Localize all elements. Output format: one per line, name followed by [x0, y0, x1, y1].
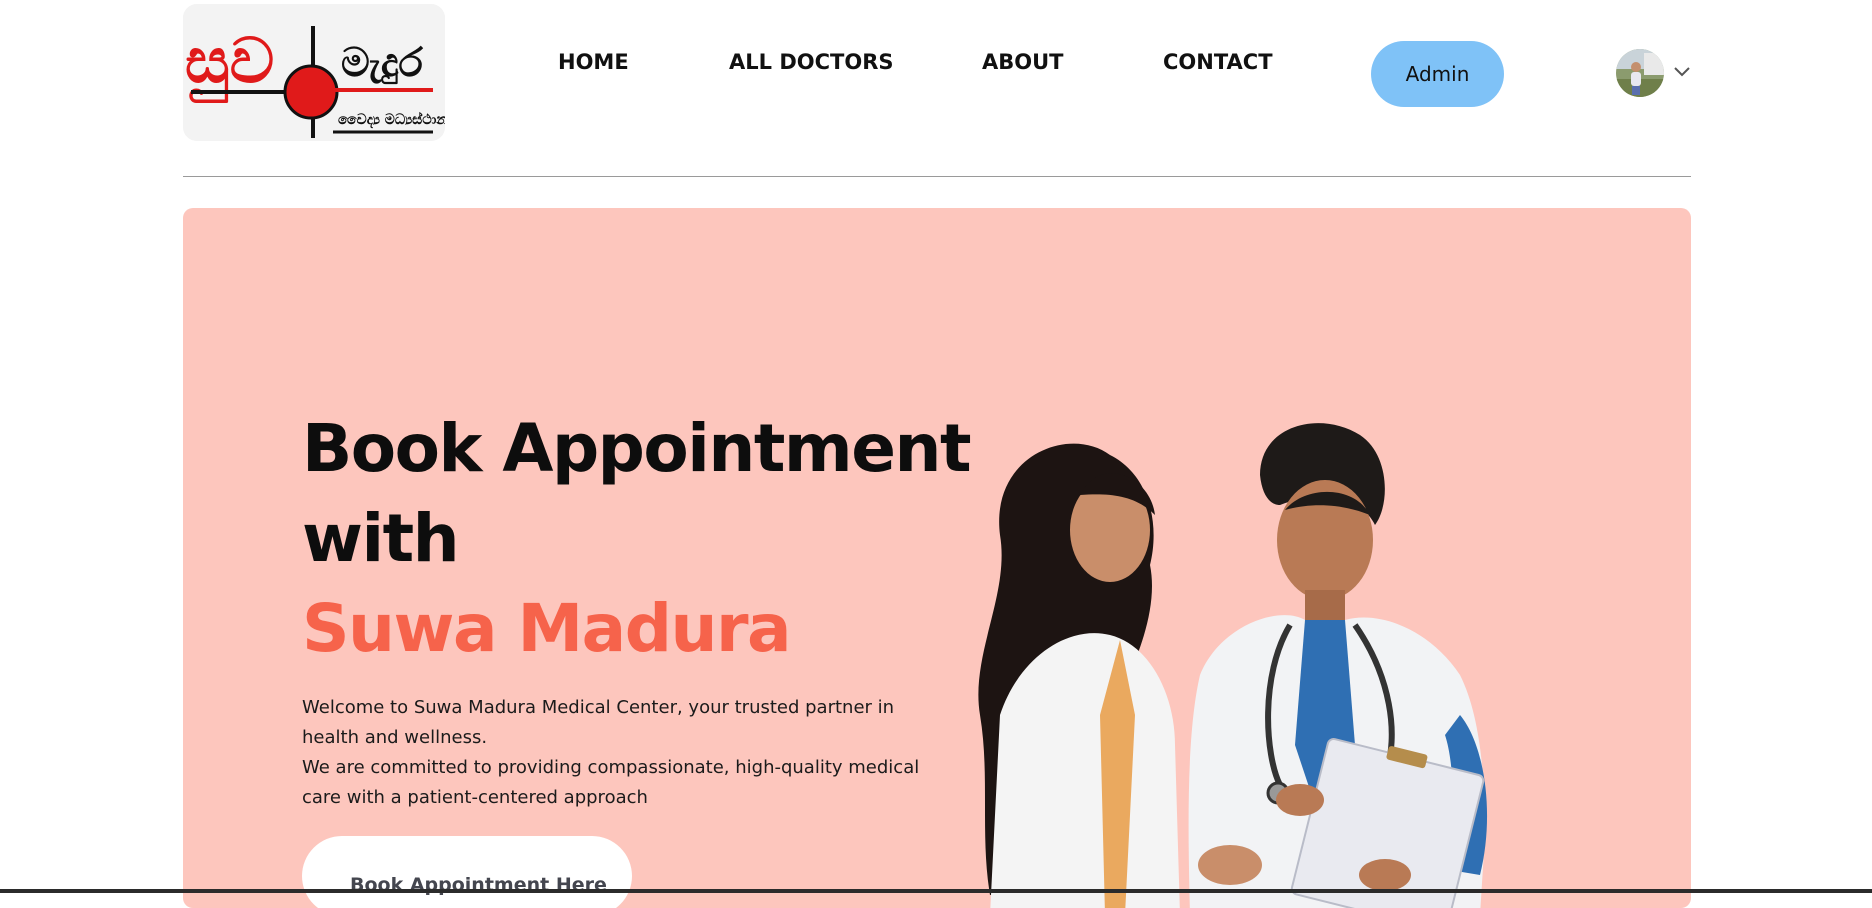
nav-all-doctors[interactable]: ALL DOCTORS — [729, 50, 894, 74]
header-divider — [183, 176, 1691, 177]
nav-contact[interactable]: CONTACT — [1163, 50, 1273, 74]
nav-about[interactable]: ABOUT — [982, 50, 1064, 74]
book-appointment-button[interactable]: Book Appointment Here — [302, 836, 632, 908]
chevron-down-icon[interactable] — [1673, 65, 1691, 79]
hero-banner: Book Appointment with Suwa Madura Welcom… — [183, 208, 1691, 908]
logo-text-madura: මැදුර — [341, 40, 424, 86]
user-avatar[interactable] — [1616, 49, 1664, 97]
admin-button[interactable]: Admin — [1371, 41, 1504, 107]
window-bottom-edge — [0, 889, 1872, 893]
hero-description: Welcome to Suwa Madura Medical Center, y… — [302, 693, 942, 813]
doctors-image — [978, 423, 1488, 908]
site-logo[interactable]: සුව මැදුර වෛද්‍ය මධ්‍යස්ථානය — [183, 4, 445, 141]
hero-description-1: Welcome to Suwa Madura Medical Center, y… — [302, 697, 895, 748]
hero-description-2: We are committed to providing compassion… — [302, 757, 920, 808]
nav-home[interactable]: HOME — [558, 50, 629, 74]
hero-title-line2: with — [302, 500, 460, 577]
logo-text-center: වෛද්‍ය මධ්‍යස්ථානය — [338, 111, 445, 129]
hero-title-line1: Book Appointment — [302, 410, 972, 487]
hero-title: Book Appointment with Suwa Madura — [302, 404, 1002, 674]
hero-title-accent: Suwa Madura — [302, 590, 792, 667]
